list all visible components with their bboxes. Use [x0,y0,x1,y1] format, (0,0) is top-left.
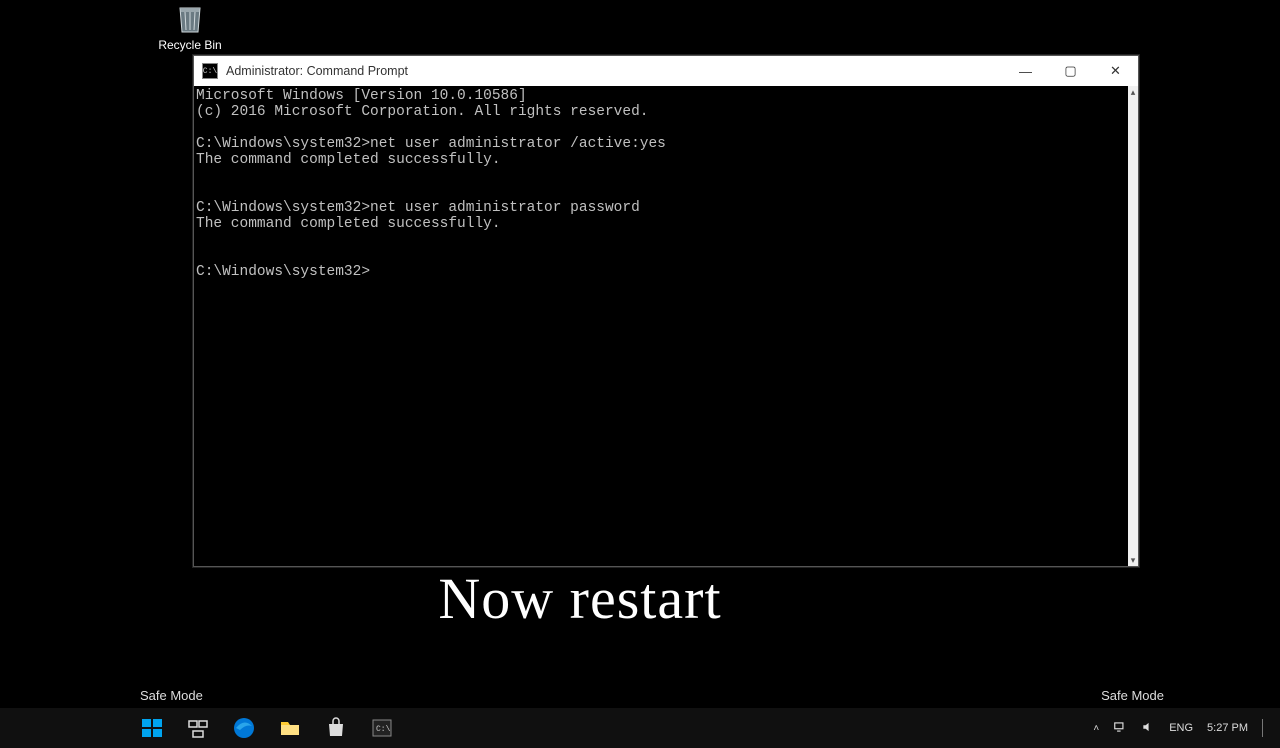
recycle-bin-icon [172,0,208,36]
network-icon[interactable] [1113,720,1127,737]
scroll-up-icon[interactable]: ▴ [1128,86,1138,98]
recycle-bin-label: Recycle Bin [150,38,230,52]
cmd-window: C:\ Administrator: Command Prompt — ▢ ✕ … [193,55,1139,567]
cmd-app-icon: C:\ [202,63,218,79]
tray-up-icon[interactable]: ˄ [1093,723,1099,734]
safemode-label-left: Safe Mode [140,688,203,703]
safemode-label-right: Safe Mode [1101,688,1164,703]
taskbar: C:\ ˄ ENG 5:27 PM [0,708,1280,748]
action-center-icon[interactable] [1262,719,1268,737]
taskbar-time: 5:27 PM [1207,722,1248,734]
window-title: Administrator: Command Prompt [226,64,1003,78]
language-indicator[interactable]: ENG [1169,722,1193,734]
scrollbar[interactable]: ▴ ▾ [1128,86,1138,566]
window-controls: — ▢ ✕ [1003,56,1138,86]
overlay-caption: Now restart [0,565,1280,632]
terminal-output[interactable]: Microsoft Windows [Version 10.0.10586] (… [194,86,1128,566]
desktop-icon-recycle-bin[interactable]: Recycle Bin [150,0,230,52]
svg-text:C:\: C:\ [376,725,391,734]
titlebar[interactable]: C:\ Administrator: Command Prompt — ▢ ✕ [194,56,1138,86]
volume-icon[interactable] [1141,720,1155,737]
maximize-button[interactable]: ▢ [1048,56,1093,86]
minimize-button[interactable]: — [1003,56,1048,86]
taskbar-clock[interactable]: 5:27 PM [1207,722,1248,734]
close-button[interactable]: ✕ [1093,56,1138,86]
